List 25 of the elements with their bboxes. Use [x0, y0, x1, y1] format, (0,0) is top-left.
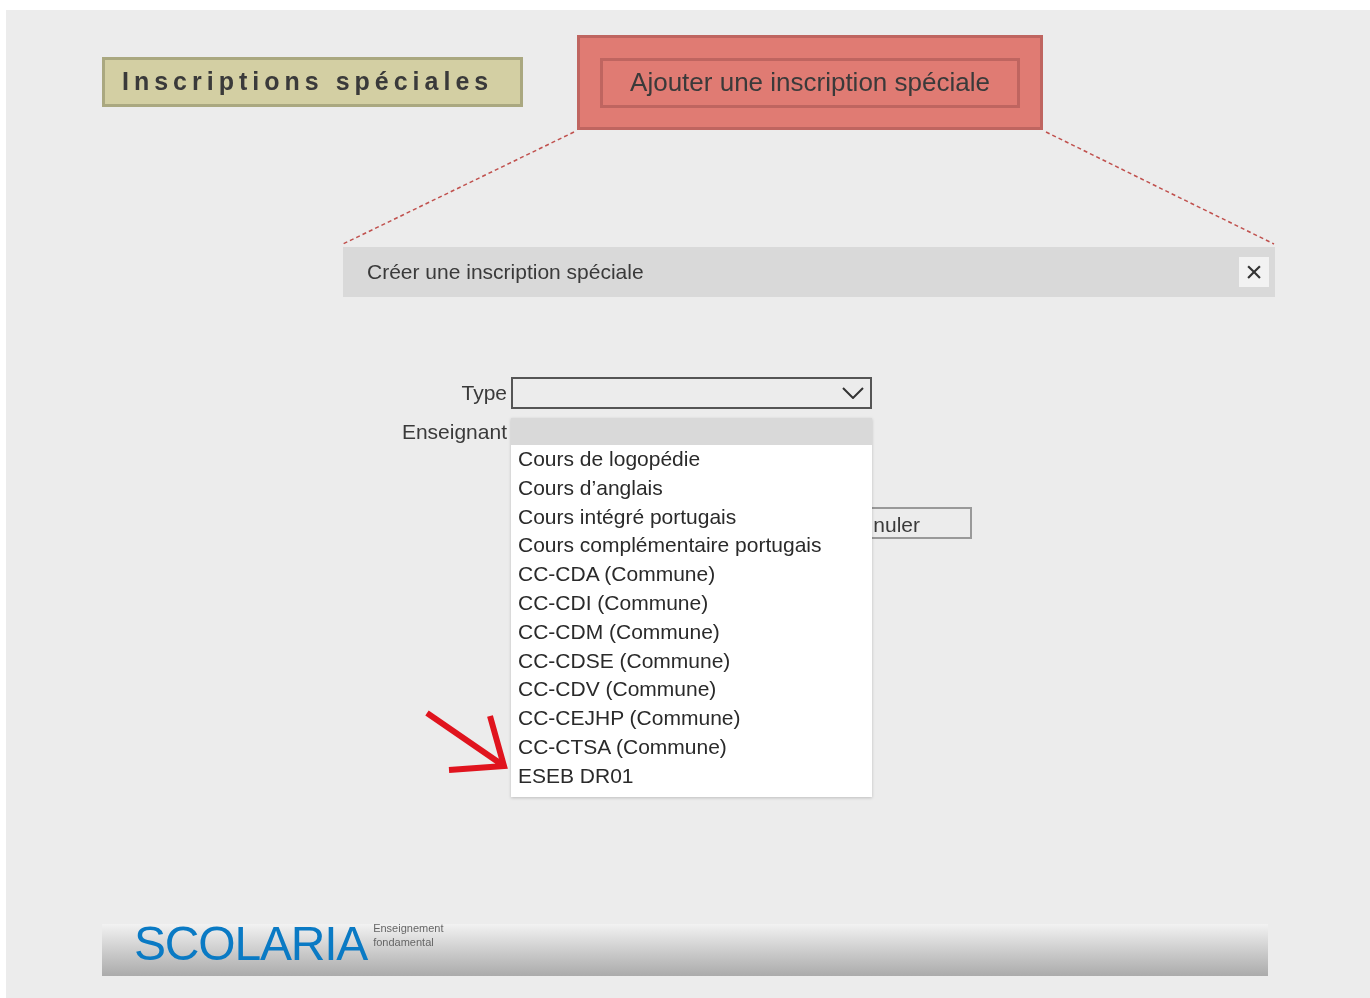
logo-text: SCOLARIA: [134, 920, 368, 968]
dropdown-option[interactable]: Cours de logopédie: [511, 445, 872, 474]
dropdown-option[interactable]: ESEB DR01: [511, 761, 872, 791]
type-select[interactable]: [511, 377, 872, 409]
chevron-down-icon: [842, 387, 864, 399]
tagline-text: Enseignement: [373, 921, 444, 935]
cancel-button[interactable]: nuler: [872, 507, 972, 539]
dropdown-option[interactable]: Cours intégré portugais: [511, 502, 872, 532]
add-button[interactable]: Ajouter une inscription spéciale: [600, 57, 1020, 108]
dropdown-option[interactable]: Cours d’anglais: [511, 473, 872, 503]
dropdown-option[interactable]: CC-CDV (Commune): [511, 675, 872, 705]
dialog-title: Créer une inscription spéciale: [367, 259, 644, 286]
dropdown-option[interactable]: Cours complémentaire portugais: [511, 531, 872, 561]
tagline-text: fondamental: [373, 935, 435, 949]
page-title: Inscriptions spéciales: [102, 57, 523, 107]
field-label: Enseignant: [400, 419, 507, 446]
dropdown-option[interactable]: CC-CDA (Commune): [511, 560, 872, 589]
dropdown-option[interactable]: CC-CDM (Commune): [511, 617, 872, 647]
dropdown-option[interactable]: CC-CTSA (Commune): [511, 732, 872, 762]
field-label: Type: [460, 380, 507, 407]
dropdown-option[interactable]: CC-CEJHP (Commune): [511, 704, 872, 733]
dropdown-option[interactable]: CC-CDI (Commune): [511, 589, 872, 618]
close-button[interactable]: ×: [1239, 257, 1269, 287]
arrow-icon: [424, 710, 510, 774]
dropdown-option[interactable]: CC-CDSE (Commune): [511, 646, 872, 676]
